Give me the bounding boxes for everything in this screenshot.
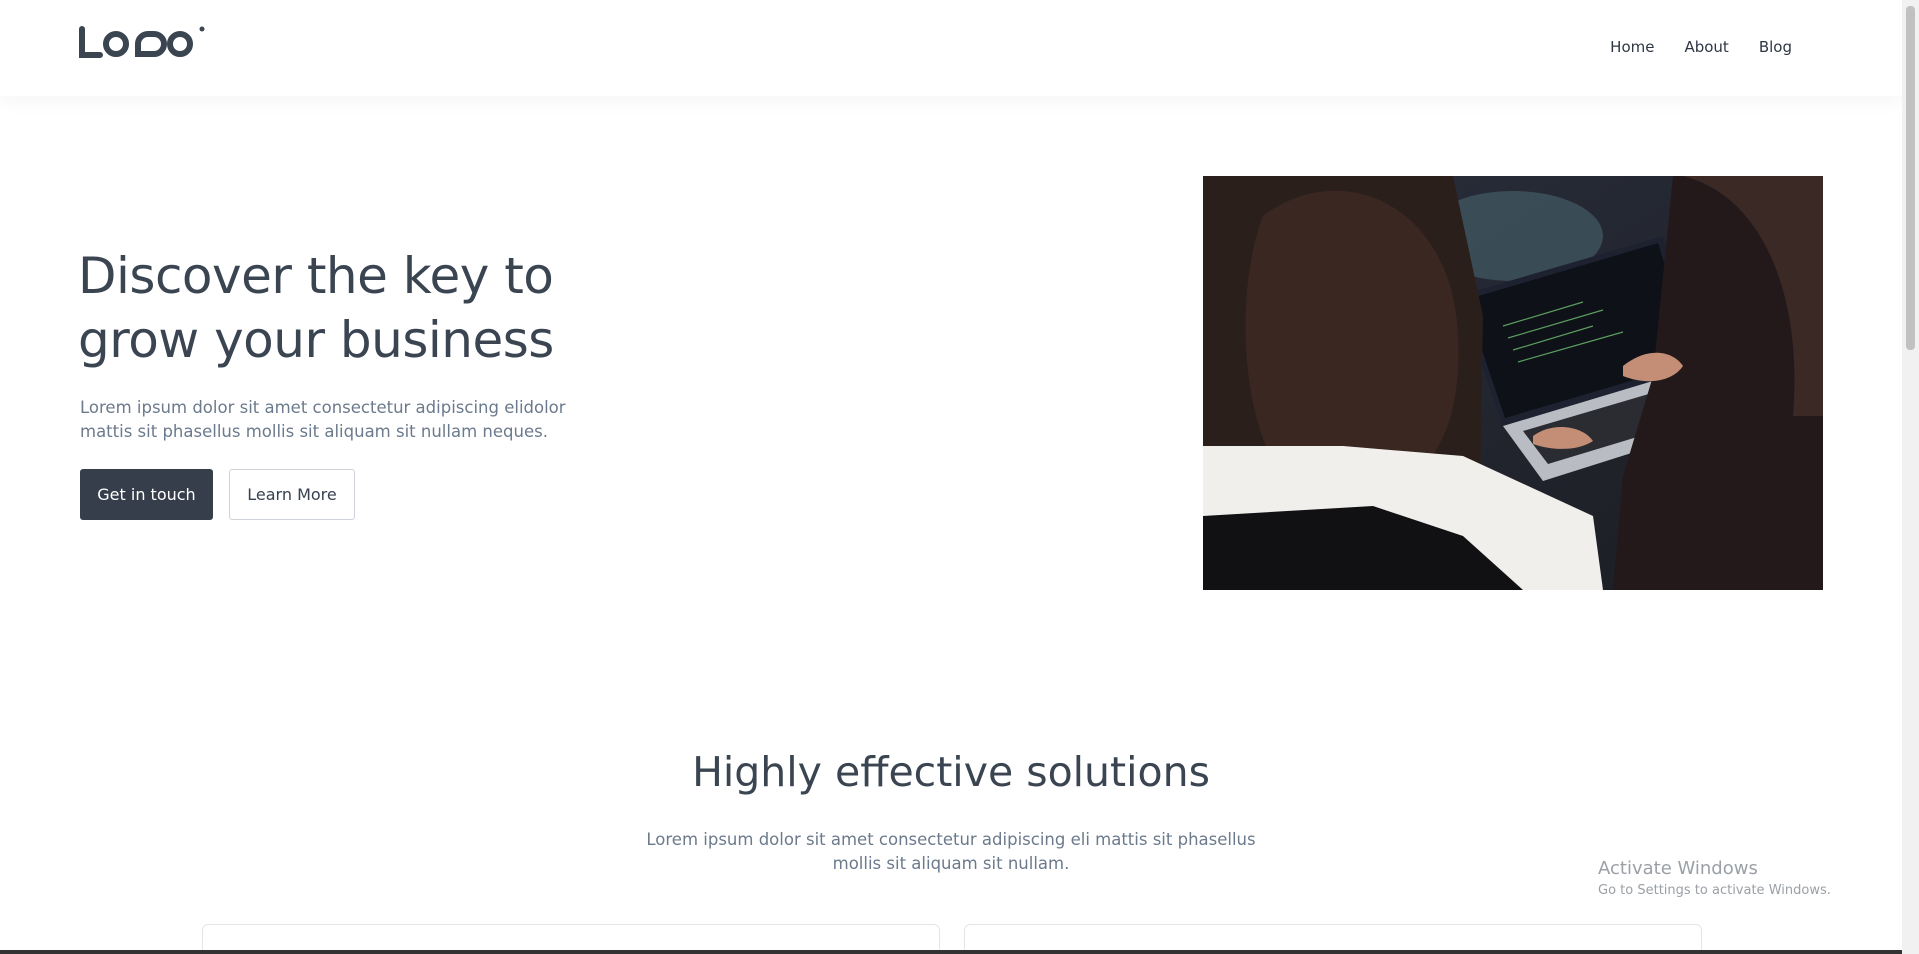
page-scrollbar[interactable] — [1902, 0, 1919, 954]
watermark-title: Activate Windows — [1598, 858, 1758, 879]
watermark-subtitle: Go to Settings to activate Windows. — [1598, 883, 1831, 898]
solutions-title: Highly effective solutions — [692, 748, 1210, 796]
nav-home-link[interactable]: Home — [1610, 38, 1654, 56]
hero-title: Discover the key to grow your business — [78, 244, 638, 372]
scrollbar-thumb[interactable] — [1906, 6, 1915, 350]
hero-title-line-2: grow your business — [78, 311, 554, 369]
hero-title-line-1: Discover the key to — [78, 247, 554, 305]
hero-description-line-2: mattis sit phasellus mollis sit aliquam … — [80, 422, 548, 441]
hero-description: Lorem ipsum dolor sit amet consectetur a… — [80, 396, 580, 444]
hero-image — [1203, 176, 1823, 590]
solutions-description: Lorem ipsum dolor sit amet consectetur a… — [640, 828, 1262, 876]
solutions-description-line-2: mollis sit aliquam sit nullam. — [832, 854, 1070, 873]
hero-description-line-1: Lorem ipsum dolor sit amet consectetur a… — [80, 398, 566, 417]
site-header: Home About Blog — [0, 0, 1902, 96]
main-nav: Home About Blog — [1610, 38, 1792, 56]
solutions-description-line-1: Lorem ipsum dolor sit amet consectetur a… — [646, 830, 1256, 849]
nav-about-link[interactable]: About — [1684, 38, 1728, 56]
get-in-touch-button[interactable]: Get in touch — [80, 469, 213, 520]
nav-blog-link[interactable]: Blog — [1759, 38, 1792, 56]
learn-more-button[interactable]: Learn More — [229, 469, 355, 520]
windows-activation-watermark: Activate Windows Go to Settings to activ… — [1598, 858, 1831, 898]
logo-icon[interactable] — [78, 26, 208, 64]
taskbar-edge — [0, 950, 1902, 954]
